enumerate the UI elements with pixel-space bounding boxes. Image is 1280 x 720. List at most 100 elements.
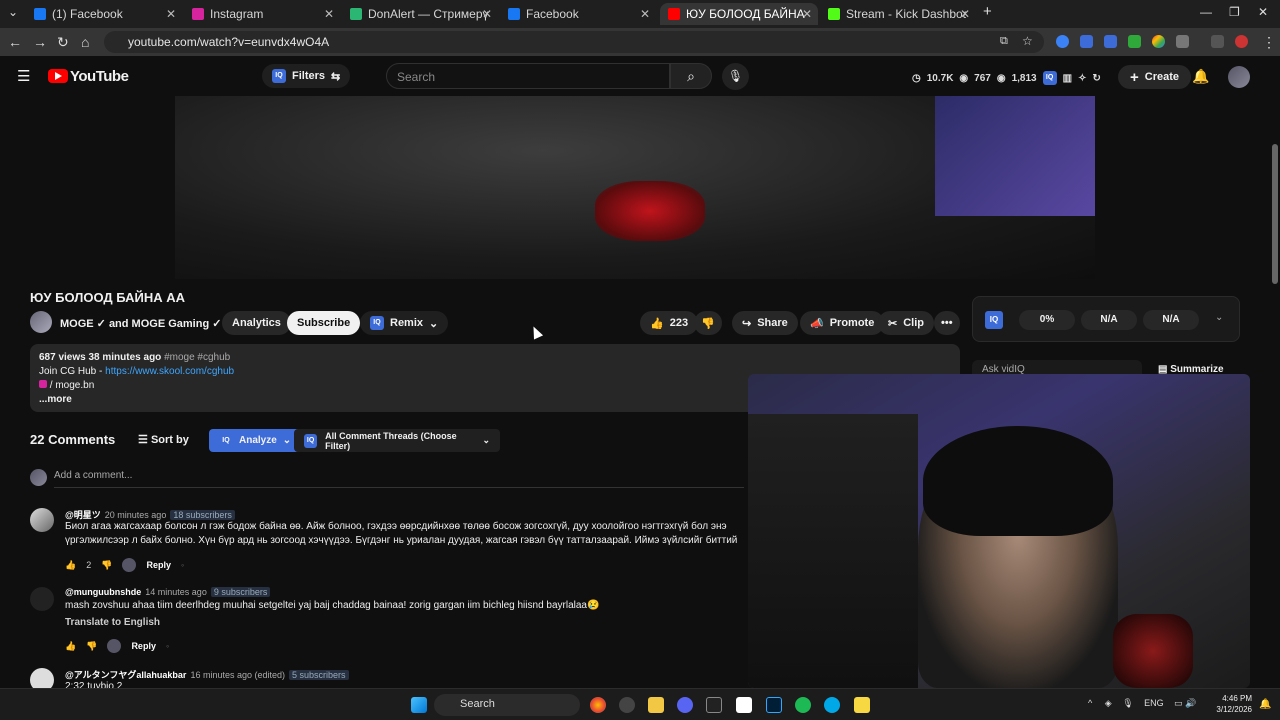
notifications-bell-icon[interactable]: 🔔 [1192,68,1209,85]
clip-button[interactable]: ✂ Clip [878,311,934,335]
obs-icon[interactable] [619,697,635,713]
reload-icon[interactable]: ↻ [57,34,69,51]
reply-button[interactable]: Reply [146,560,171,570]
channel-avatar[interactable] [30,311,52,333]
profile-icon[interactable] [1235,35,1248,48]
comment-avatar[interactable] [30,587,54,611]
thumbs-down-icon[interactable]: 👎 [86,641,97,652]
voice-search-button[interactable]: 🎙 [722,63,749,90]
thumbs-up-icon[interactable]: 👍 [65,560,76,571]
chrome-icon[interactable] [590,697,606,713]
tab-kick[interactable]: Stream - Kick Dashboard ✕ [820,3,976,25]
remix-button[interactable]: IQ Remix ⌄ [360,311,449,335]
analytics-button[interactable]: Analytics [222,311,291,335]
chevron-down-icon[interactable]: ⌄ [1215,312,1223,323]
create-button[interactable]: + Create [1118,65,1192,89]
search-input[interactable]: Search [386,63,670,89]
tab-facebook-2[interactable]: Facebook ✕ [500,3,656,25]
search-button[interactable]: ⌕ [670,63,712,89]
close-icon[interactable]: ✕ [166,7,176,21]
subscribe-button[interactable]: Subscribe [287,311,361,335]
taskbar-clock[interactable]: 4:46 PM 3/12/2026 [1210,693,1252,715]
sort-button[interactable]: ☰ Sort by [138,433,189,446]
comment-time[interactable]: 16 minutes ago (edited) [190,670,285,680]
promote-button[interactable]: 📣 Promote [800,311,885,335]
comment-time[interactable]: 20 minutes ago [105,510,167,520]
network-icon[interactable]: ▭ [1174,698,1183,708]
replies-indicator-icon[interactable]: ◦ [181,560,184,570]
edge-icon[interactable] [824,697,840,713]
comment-avatar[interactable] [30,508,54,532]
tab-instagram[interactable]: Instagram ✕ [184,3,340,25]
reading-list-icon[interactable] [1211,35,1224,48]
chevron-up-icon[interactable]: ^ [1088,698,1092,708]
new-tab-icon[interactable]: + [983,3,992,20]
lightbulb-icon[interactable]: ✧ [1078,73,1086,84]
back-icon[interactable]: ← [8,34,22,50]
menu-dots-icon[interactable]: ⋮ [1262,34,1276,51]
close-window-icon[interactable]: ✕ [1258,5,1268,19]
thumbs-up-icon[interactable]: 👍 [65,641,76,652]
photoshop-icon[interactable] [766,697,782,713]
analyze-button[interactable]: IQ Analyze ⌄ [209,429,302,452]
chart-icon[interactable]: ▥ [1063,73,1072,84]
like-button[interactable]: 👍 223 [640,311,699,335]
taskbar-search[interactable]: Search [434,694,580,716]
vidiq-badge[interactable]: IQ [985,311,1003,329]
more-actions-button[interactable]: ••• [934,311,960,335]
notion-icon[interactable] [736,697,752,713]
windows-start-icon[interactable] [411,697,427,713]
channel-name[interactable]: MOGE ✓ and MOGE Gaming ✓ [60,317,221,330]
tab-facebook-1[interactable]: (1) Facebook ✕ [26,3,182,25]
home-icon[interactable]: ⌂ [81,34,89,50]
extensions-puzzle-icon[interactable] [1176,35,1189,48]
dislike-button[interactable]: 👎 [694,311,722,335]
comment-thread-filter[interactable]: IQ All Comment Threads (Choose Filter) ⌄ [294,429,500,452]
description-link[interactable]: https://www.skool.com/cghub [105,366,234,377]
install-icon[interactable]: ⧉ [1000,35,1008,48]
close-icon[interactable]: ✕ [324,7,334,21]
replies-indicator-icon[interactable]: ◦ [166,641,169,651]
reply-button[interactable]: Reply [131,641,156,651]
minimize-icon[interactable]: — [1200,5,1212,19]
youtube-logo-icon[interactable] [48,69,68,83]
volume-icon[interactable]: 🔊 [1185,698,1196,708]
extension-icon[interactable] [1152,35,1165,48]
show-more-link[interactable]: ...more [39,394,72,405]
discord-icon[interactable] [677,697,693,713]
comment-author[interactable]: @munguubnshde [65,587,141,597]
add-comment-input[interactable]: Add a comment... [54,470,744,488]
page-scrollbar[interactable] [1270,96,1280,688]
extension-icon[interactable] [1056,35,1069,48]
comment-author[interactable]: @アルタンフヤグallahuakbar [65,670,186,680]
language-indicator[interactable]: ENG [1144,698,1164,708]
mic-icon[interactable]: 🎙 [1122,698,1133,708]
file-explorer-icon[interactable] [648,697,664,713]
video-player[interactable] [175,96,1095,279]
share-button[interactable]: ↪ Share [732,311,798,335]
translate-link[interactable]: Translate to English [65,617,160,628]
description-tags[interactable]: #moge #cghub [164,352,230,363]
extension-icon[interactable] [1080,35,1093,48]
sticky-notes-icon[interactable] [854,697,870,713]
thumbs-down-icon[interactable]: 👎 [101,560,112,571]
tab-donalert[interactable]: DonAlert — Стримерүүдэд зор ✕ [342,3,498,25]
bookmark-star-icon[interactable]: ☆ [1022,34,1033,48]
capcut-icon[interactable] [706,697,722,713]
youtube-logo-text[interactable]: YouTube [70,68,129,85]
close-icon[interactable]: ✕ [640,7,650,21]
extension-icon[interactable] [1104,35,1117,48]
comment-author[interactable]: @明星ツ [65,510,101,520]
download-icon[interactable] [1128,35,1141,48]
tab-youtube[interactable]: ЮУ БОЛООД БАЙНА АА - You ✕ [660,3,818,25]
close-icon[interactable]: ✕ [802,7,812,21]
maximize-icon[interactable]: ❐ [1229,5,1240,19]
description-instagram[interactable]: / moge.bn [50,380,94,391]
comment-time[interactable]: 14 minutes ago [145,587,207,597]
tray-app-icon[interactable]: ◈ [1105,698,1112,708]
close-icon[interactable]: ✕ [482,7,492,21]
comment-avatar[interactable] [30,668,54,688]
hamburger-menu-icon[interactable]: ☰ [17,67,30,85]
vidiq-icon[interactable]: IQ [1042,71,1057,85]
spotify-icon[interactable] [795,697,811,713]
